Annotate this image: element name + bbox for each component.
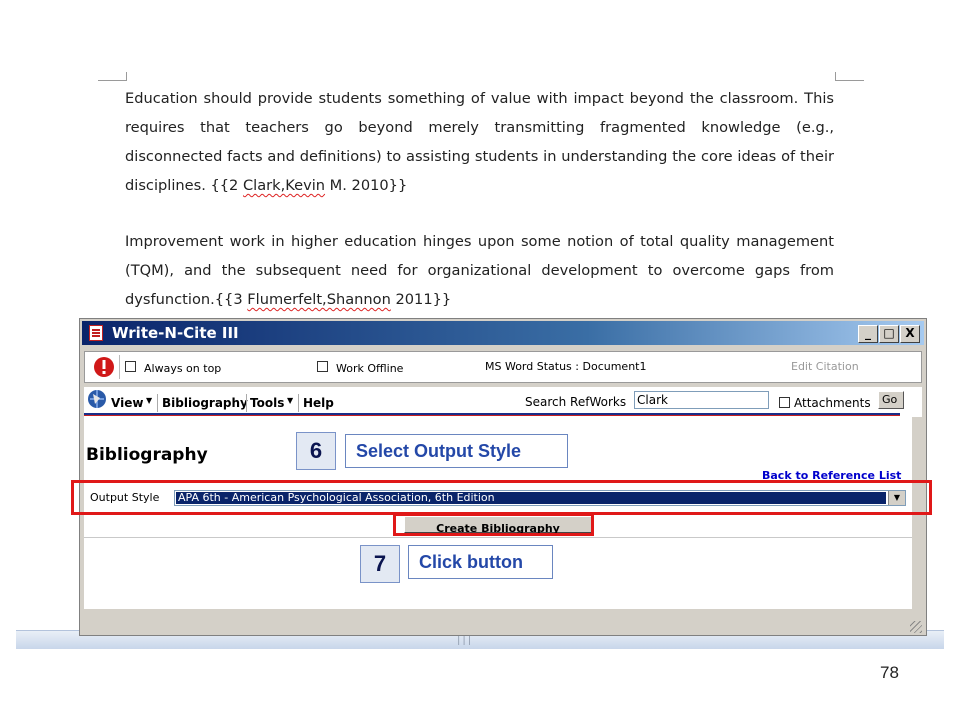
work-offline-label: Work Offline (336, 362, 404, 375)
menu-help[interactable]: Help (303, 396, 334, 410)
menu-separator (157, 394, 158, 412)
toolbar-accent-line-red (84, 415, 900, 416)
paragraph-1-citation-close: M. 2010}} (325, 177, 408, 194)
edit-citation-link[interactable]: Edit Citation (791, 360, 859, 373)
attachments-checkbox[interactable] (779, 397, 790, 408)
step-6-number: 6 (296, 432, 336, 470)
menu-bibliography[interactable]: Bibliography (162, 396, 248, 410)
margin-corner-left (98, 72, 127, 81)
always-on-top-label: Always on top (144, 362, 222, 375)
panel-heading: Bibliography (86, 445, 208, 465)
margin-corner-right (835, 72, 864, 81)
chevron-down-icon[interactable]: ▼ (287, 396, 293, 405)
menu-separator (246, 394, 247, 412)
paragraph-2-citation-open: {{3 (214, 291, 248, 308)
paragraph-2-citation-name: Flumerfelt,Shannon (247, 291, 391, 308)
create-button-highlight-box (393, 513, 594, 536)
toolbar-separator (119, 355, 120, 379)
output-style-highlight-box (71, 480, 932, 515)
go-button[interactable]: Go (878, 391, 904, 409)
search-input[interactable]: Clark (634, 391, 769, 409)
go-button-label: Go (882, 393, 898, 406)
document-paragraph-1: Education should provide students someth… (125, 84, 834, 200)
always-on-top-checkbox[interactable] (125, 361, 136, 372)
step-7-label: Click button (408, 545, 553, 579)
resize-grip-icon[interactable] (910, 621, 922, 633)
paragraph-1-citation-open: {{2 (210, 177, 243, 194)
step-7-number: 7 (360, 545, 400, 583)
attachments-label: Attachments (794, 396, 871, 410)
chevron-down-icon[interactable]: ▼ (146, 396, 152, 405)
window-titlebar[interactable]: Write-N-Cite III _ □ X (82, 321, 924, 345)
write-n-cite-window: Write-N-Cite III _ □ X Always on top Wor… (79, 318, 927, 636)
scrollbar-grip-icon[interactable]: ||| (456, 636, 472, 646)
document-paragraph-2: Improvement work in higher education hin… (125, 227, 834, 314)
close-button[interactable]: X (900, 325, 920, 343)
work-offline-checkbox[interactable] (317, 361, 328, 372)
slide-page-number: 78 (880, 663, 899, 682)
menu-separator (298, 394, 299, 412)
app-document-icon (89, 325, 103, 341)
step-6-label: Select Output Style (345, 434, 568, 468)
window-title: Write-N-Cite III (112, 324, 239, 342)
search-input-value: Clark (637, 393, 668, 407)
menu-tools[interactable]: Tools (250, 396, 284, 410)
globe-icon (88, 390, 106, 408)
refworks-logo-icon (94, 357, 114, 377)
paragraph-2-citation-close: 2011}} (390, 291, 452, 308)
content-divider (84, 537, 912, 538)
paragraph-1-citation-name: Clark,Kevin (242, 177, 326, 194)
menu-toolbar: View ▼ Bibliography Tools ▼ Help Search … (84, 387, 922, 417)
menu-view[interactable]: View (111, 396, 143, 410)
maximize-button[interactable]: □ (879, 325, 899, 343)
ms-word-status: MS Word Status : Document1 (485, 360, 647, 373)
options-toolbar: Always on top Work Offline MS Word Statu… (84, 351, 922, 383)
minimize-button[interactable]: _ (858, 325, 878, 343)
search-label: Search RefWorks (525, 395, 627, 409)
